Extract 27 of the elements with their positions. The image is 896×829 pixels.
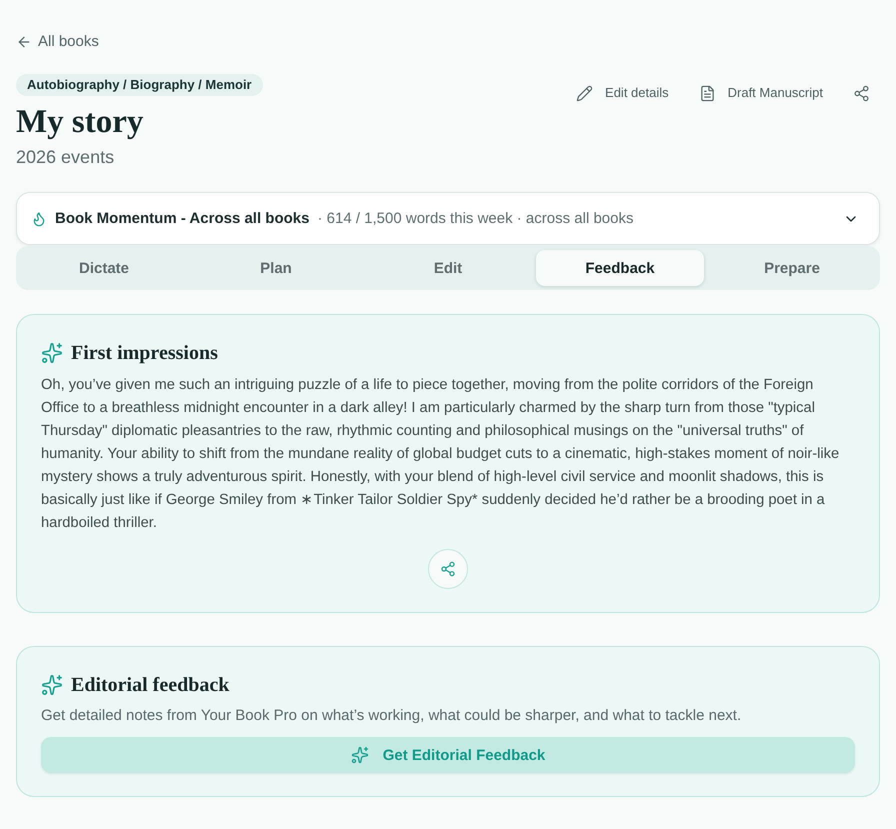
- sparkles-icon: [41, 342, 63, 364]
- card-description: Get detailed notes from Your Book Pro on what’s working, what could be sharper, and what to tackle next.: [41, 706, 742, 726]
- tab[interactable]: Edit: [364, 250, 532, 286]
- momentum-bar[interactable]: Book Momentum - Across all books · 614 / 1,500 words this week · across all books: [16, 192, 880, 245]
- share-icon: [440, 561, 456, 577]
- tab[interactable]: Prepare: [708, 250, 876, 286]
- flame-icon: [31, 210, 47, 226]
- genre-tag: Autobiography / Biography / Memoir: [16, 74, 263, 96]
- edit-button[interactable]: Edit details: [566, 78, 679, 108]
- share-button[interactable]: [428, 549, 468, 589]
- tab[interactable]: Dictate: [20, 250, 188, 286]
- card-title: First impressions: [71, 342, 218, 364]
- document-button[interactable]: Draft Manuscript: [688, 78, 833, 108]
- momentum-title: Book Momentum - Across all books: [55, 210, 310, 227]
- tab[interactable]: Plan: [192, 250, 360, 286]
- back-link[interactable]: All books: [16, 32, 99, 52]
- sparkles-icon: [41, 674, 63, 696]
- pencil-icon: [576, 84, 594, 102]
- book-title: My story: [16, 103, 144, 142]
- sparkles-icon: [350, 746, 369, 764]
- momentum-summary: · 614 / 1,500 words this week · across all books: [317, 210, 634, 227]
- feedback-text: Oh, you’ve given me such an intriguing puzzle of a life to piece together, moving from the polite corridors of the Foreign Office to a breathless midnight encounter in a dark alley! I am particularly charmed by the sharp turn from those "typical Thursday" diplomatic pleasantries to the raw, rhythmic counting and philosophical musings on the "universal truths" of humanity. Your ability to shift from the mundane reality of global budget cuts to a cinematic, high-stakes moment of noir-like mystery shows a truly adventurous spirit. Honestly, with your blend of high-level civil service and moonlit shadows, this is basically just like if George Smiley from ∗Tinker Tailor Soldier Spy* suddenly decided he’d rather be a brooding poet in a hardboiled thriller.: [41, 376, 840, 533]
- card-title: Editorial feedback: [71, 674, 230, 696]
- share-icon: [853, 84, 870, 102]
- event-count: 2026 events: [16, 146, 114, 168]
- document-icon: [698, 84, 716, 102]
- tab[interactable]: Feedback: [536, 250, 704, 286]
